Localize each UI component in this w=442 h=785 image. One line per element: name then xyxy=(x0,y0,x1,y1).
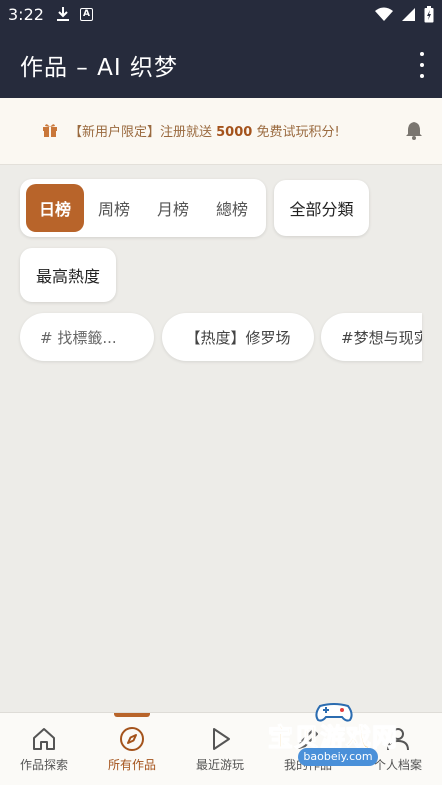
period-tabs: 日榜 周榜 月榜 總榜 xyxy=(20,179,266,237)
signal-icon xyxy=(402,8,415,21)
watermark-logo: 宝贝游戏网 baobeiy.com xyxy=(266,700,416,778)
tag-chip[interactable]: #梦想与现实 xyxy=(321,313,422,361)
status-time: 3:22 xyxy=(8,5,44,24)
download-icon xyxy=(57,7,69,21)
nav-item-explore[interactable]: 作品探索 xyxy=(0,713,88,785)
nav-item-all-works[interactable]: 所有作品 xyxy=(88,713,176,785)
promo-text: 【新用户限定】注册就送 5000 免费试玩积分! xyxy=(69,121,340,140)
promo-amount: 5000 xyxy=(216,125,253,140)
battery-icon xyxy=(424,6,434,23)
promo-banner[interactable]: 【新用户限定】注册就送 5000 免费试玩积分! xyxy=(0,98,442,165)
watermark-url: baobeiy.com xyxy=(298,748,378,766)
gift-icon xyxy=(43,124,57,137)
wifi-icon xyxy=(375,7,393,21)
status-bar: 3:22 A xyxy=(0,0,442,30)
nav-label: 最近游玩 xyxy=(195,758,244,772)
promo-prefix: 【新用户限定】注册就送 xyxy=(69,125,217,140)
tab-weekly[interactable]: 周榜 xyxy=(85,184,143,232)
promo-suffix: 免费试玩积分! xyxy=(252,125,340,140)
translate-icon: A xyxy=(80,7,93,21)
more-vert-icon[interactable] xyxy=(418,52,426,78)
sort-button[interactable]: 最高熱度 xyxy=(20,248,116,302)
bell-icon[interactable] xyxy=(404,120,424,140)
nav-item-recent[interactable]: 最近游玩 xyxy=(176,713,264,785)
app-bar: 作品 – AI 织梦 xyxy=(0,30,442,98)
category-button[interactable]: 全部分類 xyxy=(274,180,369,236)
play-icon xyxy=(213,728,230,750)
page-title: 作品 – AI 织梦 xyxy=(20,55,178,81)
nav-label: 作品探索 xyxy=(19,758,68,772)
tab-daily[interactable]: 日榜 xyxy=(26,184,84,232)
tab-overall[interactable]: 總榜 xyxy=(203,184,261,232)
tag-search-input[interactable]: # 找標籤... xyxy=(20,313,154,361)
compass-icon xyxy=(120,727,144,751)
nav-label: 所有作品 xyxy=(107,758,156,772)
tab-monthly[interactable]: 月榜 xyxy=(144,184,202,232)
home-icon xyxy=(33,728,55,750)
tag-chip[interactable]: 【热度】修罗场 xyxy=(162,313,314,361)
